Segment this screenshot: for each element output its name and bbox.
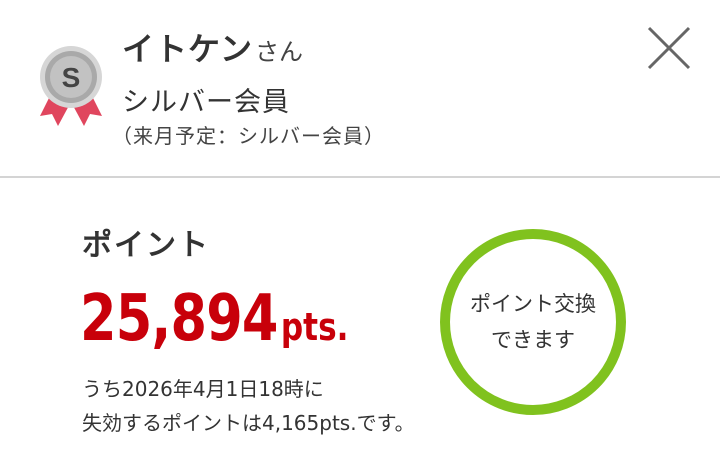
exchange-label-1: ポイント交換	[470, 292, 596, 316]
point-exchange-button[interactable]: ポイント交換 できます	[440, 229, 626, 415]
member-header: S イトケンさん シルバー会員 （来月予定：シルバー会員）	[0, 0, 720, 176]
points-unit: pts.	[280, 305, 349, 349]
expiring-points-note: うち2026年4月1日18時に 失効するポイントは4,165pts.です。	[82, 372, 415, 440]
next-month-rank: （来月予定：シルバー会員）	[112, 124, 385, 148]
user-honorific: さん	[255, 38, 304, 66]
badge-letter: S	[62, 62, 81, 93]
divider	[0, 176, 720, 178]
expire-line-2: 失効するポイントは4,165pts.です。	[82, 411, 415, 435]
silver-medal-icon: S	[38, 44, 104, 130]
points-value: 25,894pts.	[80, 282, 348, 356]
expire-line-1: うち2026年4月1日18時に	[82, 377, 324, 401]
close-icon	[647, 26, 691, 70]
points-label: ポイント	[82, 228, 210, 263]
user-name-text: イトケン	[122, 30, 254, 68]
points-number: 25,894	[80, 282, 278, 356]
close-button[interactable]	[646, 25, 692, 71]
exchange-label-2: できます	[491, 328, 575, 352]
user-name: イトケンさん	[122, 24, 303, 70]
member-rank: シルバー会員	[122, 87, 290, 118]
